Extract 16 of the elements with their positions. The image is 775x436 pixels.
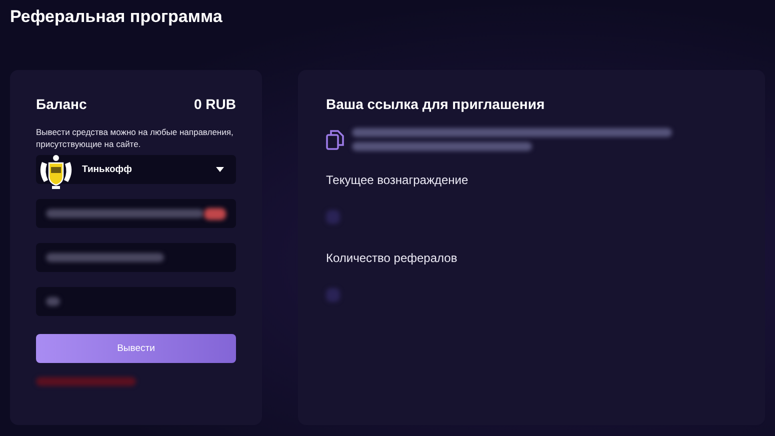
input-field[interactable] <box>36 199 236 228</box>
caret-icon <box>216 167 224 172</box>
redacted-value <box>46 297 60 306</box>
copy-icon[interactable] <box>326 130 344 150</box>
input-field[interactable] <box>36 243 236 272</box>
withdraw-note: Вывести средства можно на любые направления, присутствующие на сайте. <box>36 126 234 150</box>
redacted-icon <box>204 208 226 220</box>
redacted-value <box>326 210 340 224</box>
reward-label: Текущее вознаграждение <box>326 173 470 187</box>
page-title: Реферальная программа <box>10 7 224 27</box>
referrals-label: Количество рефералов <box>326 251 458 265</box>
redacted-value <box>326 288 340 302</box>
input-field[interactable] <box>36 287 236 316</box>
invite-title: Ваша ссылка для приглашения <box>326 96 546 112</box>
balance-label: Баланс <box>36 96 87 112</box>
balance-amount: 0 RUB <box>194 96 236 112</box>
